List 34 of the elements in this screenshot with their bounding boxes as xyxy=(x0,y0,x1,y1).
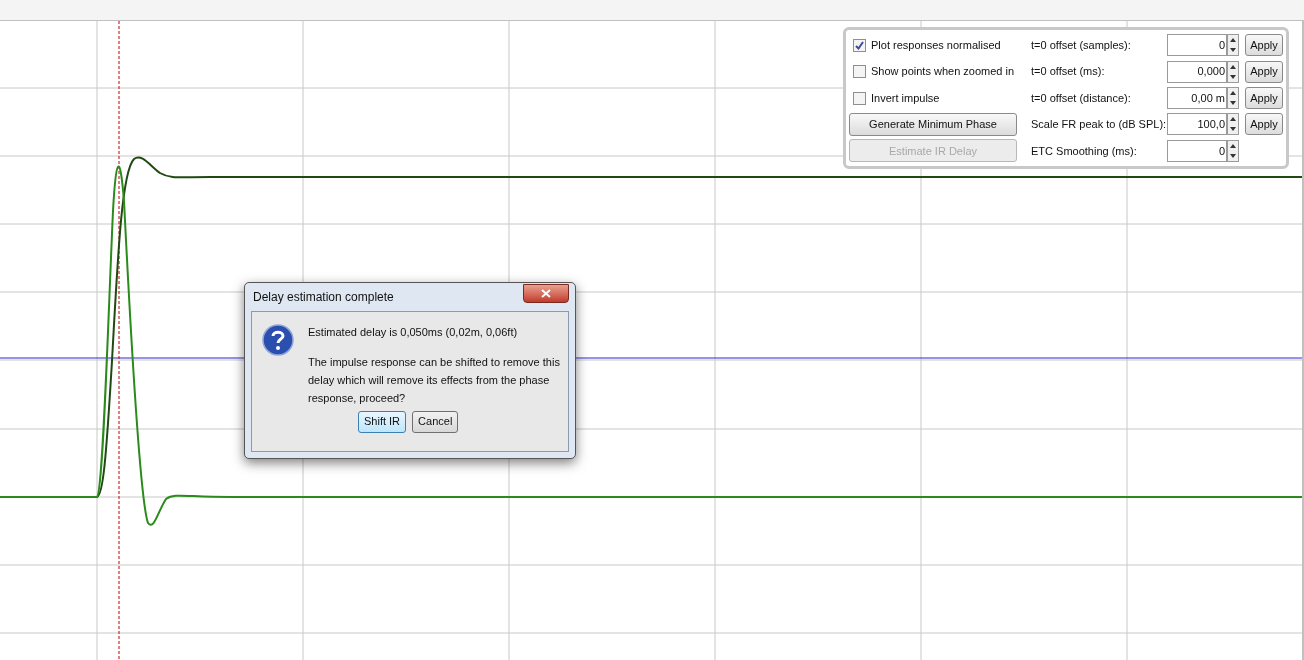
number-field[interactable]: 0,00 m xyxy=(1167,87,1227,109)
field-label: Scale FR peak to (dB SPL): xyxy=(1031,117,1167,133)
checkbox[interactable] xyxy=(853,38,866,52)
spinner-arrows-icon[interactable] xyxy=(1227,60,1239,83)
number-field[interactable]: 0 xyxy=(1167,139,1227,162)
spinner-arrows-icon[interactable] xyxy=(1227,87,1239,109)
dialog-message: Estimated delay is 0,050ms (0,02m, 0,06ft) xyxy=(308,325,519,340)
apply-button[interactable]: Apply xyxy=(1245,113,1283,136)
field-label: t=0 offset (ms): xyxy=(1031,64,1106,80)
field-label: t=0 offset (distance): xyxy=(1031,90,1132,106)
dialog-button[interactable]: Cancel xyxy=(412,410,459,433)
checkbox-label: Plot responses normalised xyxy=(871,37,1001,53)
dialog-detail: The impulse response can be shifted to remove this delay which will remove its effects from the phase response, proceed? xyxy=(308,354,560,406)
field-label: t=0 offset (samples): xyxy=(1031,37,1132,53)
apply-button[interactable]: Apply xyxy=(1245,34,1283,57)
spinner-arrows-icon[interactable] xyxy=(1227,113,1239,136)
panel-button[interactable]: Generate Minimum Phase xyxy=(849,112,1017,136)
apply-button[interactable]: Apply xyxy=(1245,60,1283,83)
dialog-button[interactable]: Shift IR xyxy=(358,410,407,433)
spinner-arrows-icon[interactable] xyxy=(1227,139,1239,162)
spinner-arrows-icon[interactable] xyxy=(1227,34,1239,57)
question-icon xyxy=(262,324,294,356)
number-field[interactable]: 0,000 xyxy=(1167,60,1227,83)
dialog-title: Delay estimation complete xyxy=(252,289,394,306)
checkbox[interactable] xyxy=(853,65,866,79)
apply-button[interactable]: Apply xyxy=(1245,87,1283,109)
field-label: ETC Smoothing (ms): xyxy=(1031,143,1138,159)
checkbox[interactable] xyxy=(853,91,866,105)
close-icon xyxy=(541,288,551,298)
close-button[interactable] xyxy=(523,283,569,303)
checkbox-label: Invert impulse xyxy=(871,90,940,106)
number-field[interactable]: 100,0 xyxy=(1167,113,1227,136)
checkbox-label: Show points when zoomed in xyxy=(871,64,1015,80)
number-field[interactable]: 0 xyxy=(1167,34,1227,57)
